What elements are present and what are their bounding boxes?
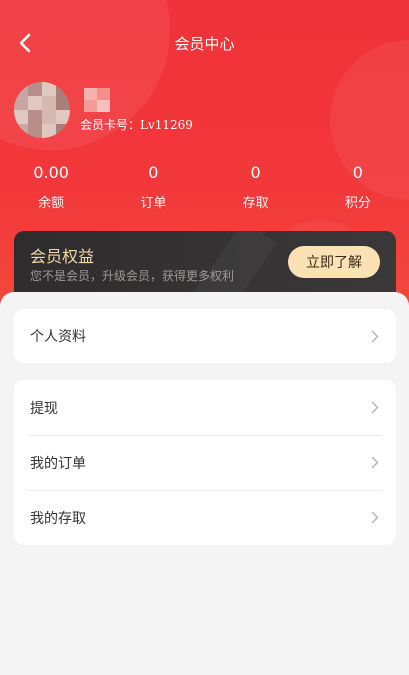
menu-item-withdraw[interactable]: 提现 (14, 380, 396, 435)
nickname-blurred (84, 87, 110, 112)
content-sheet: 个人资料 提现 我的订单 我的存取 (0, 292, 409, 675)
stat-value: 0 (148, 163, 159, 182)
stat-orders[interactable]: 0 订单 (102, 162, 204, 211)
menu-item-label: 我的订单 (30, 455, 86, 472)
stats-row: 0.00 余额 0 订单 0 存取 0 积分 (0, 162, 409, 211)
stat-deposits[interactable]: 0 存取 (205, 162, 307, 211)
chevron-right-icon (370, 401, 380, 415)
stat-label: 订单 (140, 196, 167, 211)
stat-value: 0 (352, 163, 363, 182)
stat-label: 存取 (242, 196, 269, 211)
learn-more-button[interactable]: 立即了解 (288, 246, 380, 278)
page: 会员中心 会员卡号：Lv11269 0.00 余额 0 订单 0 存取 0 积分… (0, 0, 409, 675)
member-card-label: 会员卡号： (80, 117, 141, 132)
menu-item-my-orders[interactable]: 我的订单 (14, 435, 396, 490)
menu-card: 提现 我的订单 我的存取 (14, 380, 396, 545)
nav-bar: 会员中心 (0, 22, 409, 64)
stat-label: 积分 (344, 196, 371, 211)
menu-item-my-deposits[interactable]: 我的存取 (14, 490, 396, 545)
membership-subtitle: 您不是会员，升级会员，获得更多权利 (30, 269, 235, 283)
membership-title: 会员权益 (30, 247, 95, 266)
profile-info: 会员卡号：Lv11269 (80, 87, 193, 133)
stat-value: 0 (250, 163, 261, 182)
stat-balance[interactable]: 0.00 余额 (0, 162, 102, 211)
menu-item-label: 我的存取 (30, 510, 86, 527)
page-title: 会员中心 (174, 34, 235, 53)
menu-card: 个人资料 (14, 309, 396, 363)
chevron-left-icon (19, 33, 31, 53)
stat-label: 余额 (38, 196, 65, 211)
menu-item-label: 提现 (30, 400, 58, 417)
chevron-right-icon (370, 456, 380, 470)
stat-points[interactable]: 0 积分 (307, 162, 409, 211)
member-card-line: 会员卡号：Lv11269 (80, 116, 193, 133)
chevron-right-icon (370, 329, 380, 343)
menu-item-profile[interactable]: 个人资料 (14, 309, 396, 363)
member-card-number: Lv11269 (140, 117, 193, 132)
stat-value: 0.00 (33, 163, 69, 182)
back-button[interactable] (8, 26, 42, 60)
profile: 会员卡号：Lv11269 (14, 82, 193, 138)
menu-item-label: 个人资料 (30, 329, 86, 345)
chevron-right-icon (370, 511, 380, 525)
avatar[interactable] (14, 82, 70, 138)
